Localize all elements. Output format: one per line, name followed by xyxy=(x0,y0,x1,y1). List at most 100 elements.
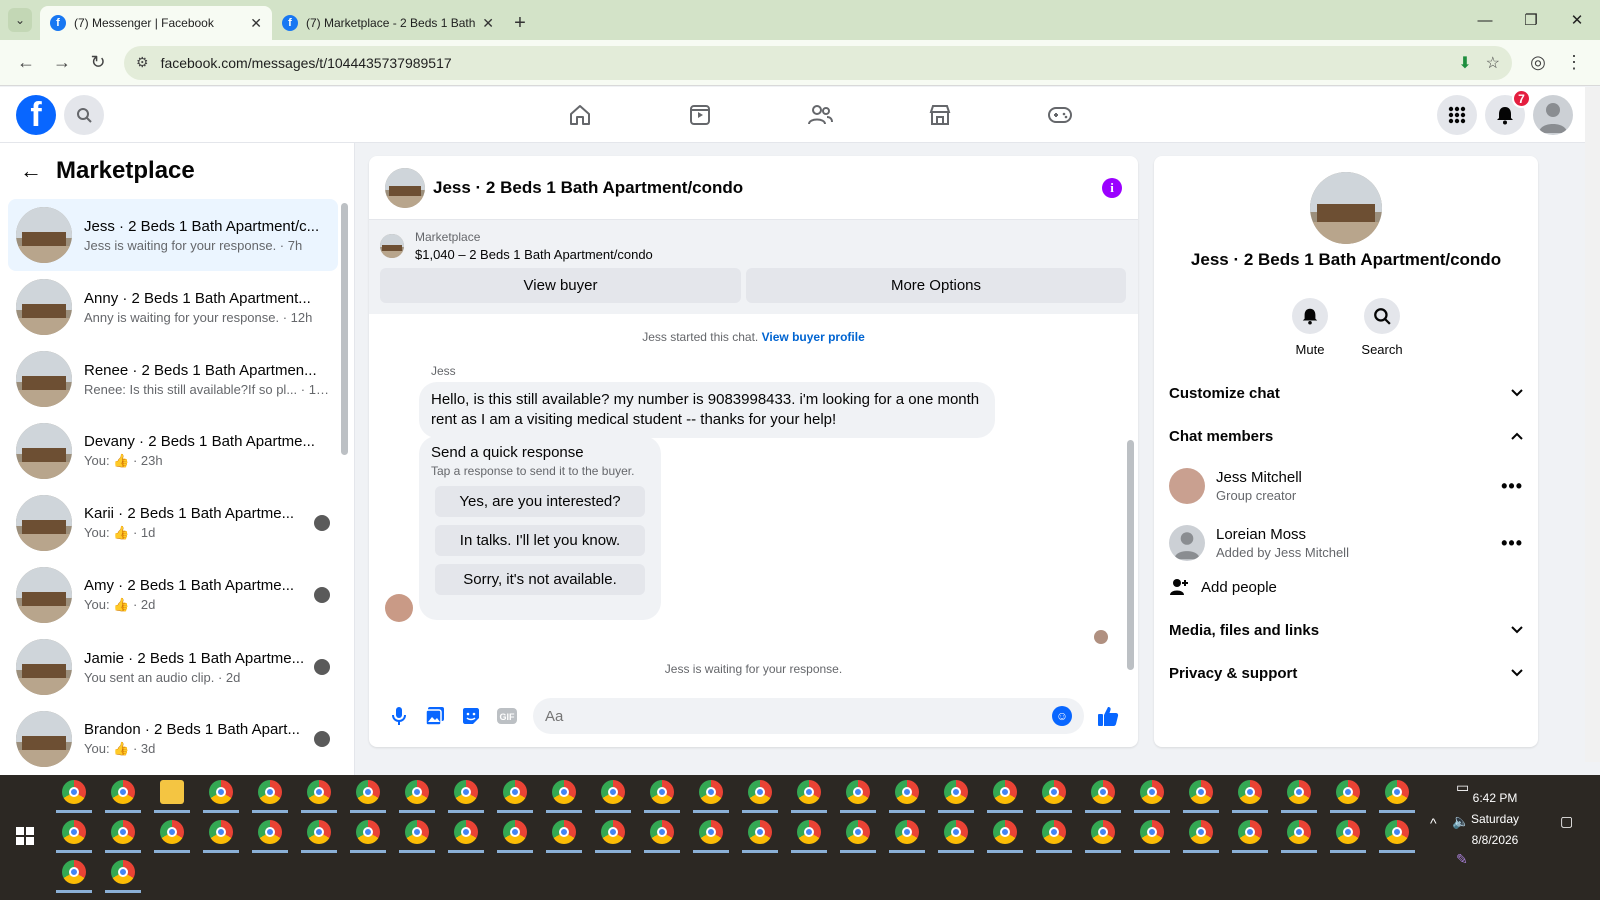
chrome-icon[interactable] xyxy=(111,860,135,884)
chrome-icon[interactable] xyxy=(650,820,674,844)
message-bubble[interactable]: Hello, is this still available? my numbe… xyxy=(419,382,995,438)
member-row[interactable]: Loreian Moss Added by Jess Mitchell ••• xyxy=(1169,517,1523,569)
notification-center-icon[interactable]: ▢ xyxy=(1560,813,1573,830)
chrome-icon[interactable] xyxy=(601,780,625,804)
chrome-icon[interactable] xyxy=(62,860,86,884)
url-text[interactable]: facebook.com/messages/t/1044435737989517 xyxy=(161,55,1445,71)
chrome-icon[interactable] xyxy=(111,820,135,844)
chrome-icon[interactable] xyxy=(1385,820,1409,844)
media-files-links-section[interactable]: Media, files and links xyxy=(1169,610,1523,650)
bookmark-star-icon[interactable]: ☆ xyxy=(1486,53,1500,73)
like-thumb-icon[interactable] xyxy=(1090,698,1126,734)
chrome-icon[interactable] xyxy=(944,780,968,804)
chrome-icon[interactable] xyxy=(601,820,625,844)
conversation-item[interactable]: Karii · 2 Beds 1 Bath Apartme... You: 👍 ·… xyxy=(8,487,338,559)
customize-chat-section[interactable]: Customize chat xyxy=(1169,373,1523,413)
close-tab-icon[interactable]: ✕ xyxy=(482,15,494,32)
minimize-icon[interactable]: — xyxy=(1462,0,1508,40)
volume-icon[interactable]: 🔈 xyxy=(1452,813,1469,830)
conversation-item[interactable]: Anny · 2 Beds 1 Bath Apartment... Anny is… xyxy=(8,271,338,343)
restore-icon[interactable]: ❐ xyxy=(1508,0,1554,40)
more-options-icon[interactable]: ••• xyxy=(1501,533,1523,554)
back-icon[interactable]: ← xyxy=(8,45,44,81)
view-buyer-button[interactable]: View buyer xyxy=(380,268,741,303)
photo-icon[interactable] xyxy=(417,698,453,734)
search-action[interactable]: Search xyxy=(1361,298,1403,357)
chrome-icon[interactable] xyxy=(1336,820,1360,844)
chrome-icon[interactable] xyxy=(1287,780,1311,804)
desktop-icon[interactable]: ▭ xyxy=(1456,779,1469,796)
chrome-icon[interactable] xyxy=(1189,820,1213,844)
add-people-button[interactable]: Add people xyxy=(1169,567,1523,607)
mute-action[interactable]: Mute xyxy=(1291,298,1329,357)
notifications-button[interactable]: 7 xyxy=(1485,89,1531,135)
listing-price-title[interactable]: $1,040 – 2 Beds 1 Bath Apartment/condo xyxy=(415,247,653,262)
nav-home[interactable] xyxy=(520,87,640,143)
chrome-icon[interactable] xyxy=(209,820,233,844)
chrome-icon[interactable] xyxy=(552,820,576,844)
chrome-icon[interactable] xyxy=(258,780,282,804)
member-row[interactable]: Jess Mitchell Group creator ••• xyxy=(1169,460,1523,512)
chrome-icon[interactable] xyxy=(503,820,527,844)
view-buyer-profile-link[interactable]: View buyer profile xyxy=(762,330,865,344)
nav-gaming[interactable] xyxy=(1000,87,1120,143)
chrome-icon[interactable] xyxy=(503,780,527,804)
conversation-item[interactable]: Jamie · 2 Beds 1 Bath Apartme... You sent… xyxy=(8,631,338,703)
more-options-icon[interactable]: ••• xyxy=(1501,476,1523,497)
profile-icon[interactable]: ◎ xyxy=(1520,45,1556,81)
chrome-icon[interactable] xyxy=(993,820,1017,844)
conversation-item[interactable]: Brandon · 2 Beds 1 Bath Apart... You: 👍 ·… xyxy=(8,703,338,775)
chrome-icon[interactable] xyxy=(797,780,821,804)
thread-scrollbar[interactable] xyxy=(1127,440,1134,670)
chrome-icon[interactable] xyxy=(1287,820,1311,844)
site-settings-icon[interactable]: ⚙ xyxy=(136,54,149,71)
gif-icon[interactable]: GIF xyxy=(489,698,525,734)
chrome-icon[interactable] xyxy=(1189,780,1213,804)
tab-search-button[interactable]: ⌄ xyxy=(0,0,40,40)
microphone-icon[interactable] xyxy=(381,698,417,734)
chrome-icon[interactable] xyxy=(552,780,576,804)
member-avatar[interactable] xyxy=(1169,525,1205,561)
chrome-icon[interactable] xyxy=(846,780,870,804)
chat-avatar[interactable] xyxy=(385,167,425,208)
menu-button[interactable] xyxy=(1437,95,1477,135)
chrome-icon[interactable] xyxy=(1238,820,1262,844)
forward-icon[interactable]: → xyxy=(44,45,80,81)
chrome-icon[interactable] xyxy=(62,780,86,804)
nav-marketplace[interactable] xyxy=(880,87,1000,143)
url-bar[interactable]: ⚙ facebook.com/messages/t/10444357379895… xyxy=(124,45,1512,80)
chrome-icon[interactable] xyxy=(160,820,184,844)
chrome-icon[interactable] xyxy=(356,780,380,804)
chrome-icon[interactable] xyxy=(258,820,282,844)
search-facebook-button[interactable] xyxy=(64,95,104,135)
quick-response-in-talks[interactable]: In talks. I'll let you know. xyxy=(435,525,645,556)
chat-title[interactable]: Jess · 2 Beds 1 Bath Apartment/condo xyxy=(433,178,1102,198)
chrome-icon[interactable] xyxy=(356,820,380,844)
conversation-item[interactable]: Amy · 2 Beds 1 Bath Apartme... You: 👍 · 2… xyxy=(8,559,338,631)
chrome-icon[interactable] xyxy=(993,780,1017,804)
chrome-icon[interactable] xyxy=(895,780,919,804)
browser-menu-icon[interactable]: ⋮ xyxy=(1556,45,1592,81)
chrome-icon[interactable] xyxy=(944,820,968,844)
new-tab-button[interactable]: + xyxy=(504,6,536,40)
chrome-icon[interactable] xyxy=(699,820,723,844)
close-window-icon[interactable]: ✕ xyxy=(1554,0,1600,40)
chrome-icon[interactable] xyxy=(405,780,429,804)
chrome-icon[interactable] xyxy=(111,780,135,804)
reload-icon[interactable]: ↻ xyxy=(80,45,116,81)
account-avatar[interactable] xyxy=(1533,95,1573,135)
quick-response-yes[interactable]: Yes, are you interested? xyxy=(435,486,645,517)
chrome-icon[interactable] xyxy=(699,780,723,804)
nav-friends[interactable] xyxy=(760,87,880,143)
info-icon[interactable]: i xyxy=(1102,177,1122,198)
conversation-item[interactable]: Jess · 2 Beds 1 Bath Apartment/c... Jess … xyxy=(8,199,338,271)
chrome-icon[interactable] xyxy=(307,820,331,844)
pen-icon[interactable]: ✎ xyxy=(1456,851,1468,868)
back-arrow-icon[interactable]: ← xyxy=(20,158,42,184)
chrome-icon[interactable] xyxy=(748,820,772,844)
tray-chevron-up-icon[interactable]: ^ xyxy=(1430,815,1437,831)
sidebar-scrollbar[interactable] xyxy=(341,203,348,455)
chrome-icon[interactable] xyxy=(209,780,233,804)
more-options-button[interactable]: More Options xyxy=(746,268,1126,303)
conversation-item[interactable]: Devany · 2 Beds 1 Bath Apartme... You: 👍 … xyxy=(8,415,338,487)
